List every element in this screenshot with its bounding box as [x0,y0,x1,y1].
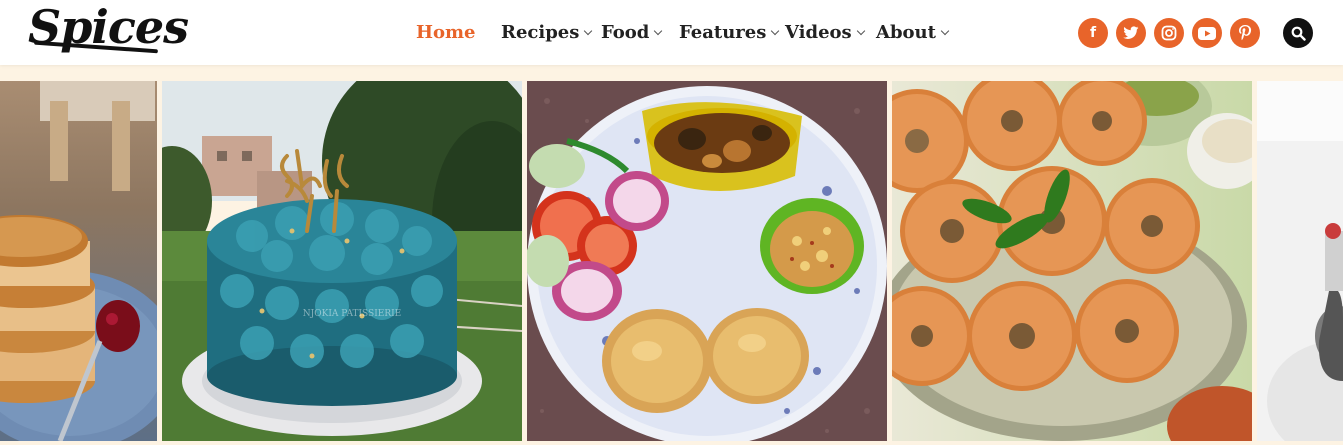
pancakes-image [0,81,157,441]
chevron-down-icon [584,26,593,35]
nav-item-recipes[interactable]: Recipes [501,20,593,44]
twitter-bird-icon [1123,26,1139,39]
nav-item-about[interactable]: About [876,20,950,44]
chevron-down-icon [654,26,663,35]
nav-item-label: About [876,21,936,43]
facebook-glyph: f [1089,25,1097,41]
chevron-down-icon [940,26,950,35]
instagram-camera-icon [1161,25,1177,41]
cake-watermark: NJOKIA PATISSIERIE [303,309,402,319]
partial-image [1257,81,1343,441]
chevron-down-icon [771,26,780,35]
slide-pancakes[interactable] [0,81,157,441]
youtube-play-icon [1198,26,1216,40]
curry-plate-image [527,81,887,441]
pinterest-p-icon [1239,25,1252,41]
slide-vada[interactable] [892,81,1252,441]
search-icon [1291,26,1306,41]
slide-partial[interactable] [1257,81,1343,441]
nav-item-label: Food [601,21,650,43]
vada-image [892,81,1252,441]
nav-item-label: Recipes [501,21,580,43]
slide-cake[interactable]: NJOKIA PATISSIERIE [162,81,522,441]
facebook-icon[interactable]: f [1078,18,1108,48]
nav-item-videos[interactable]: Videos [785,20,865,44]
search-button[interactable] [1283,18,1313,48]
chevron-down-icon [856,26,865,35]
twitter-icon[interactable] [1116,18,1146,48]
nav-item-label: Home [416,21,476,43]
instagram-icon[interactable] [1154,18,1184,48]
pinterest-icon[interactable] [1230,18,1260,48]
youtube-icon[interactable] [1192,18,1222,48]
nav-item-label: Features [679,21,767,43]
site-header: Spices Home Recipes Food Features Videos… [0,0,1343,65]
nav-item-home[interactable]: Home [416,20,476,44]
nav-item-food[interactable]: Food [601,20,663,44]
nav-item-label: Videos [785,21,852,43]
cake-image: NJOKIA PATISSIERIE [162,81,522,441]
nav-item-features[interactable]: Features [679,20,780,44]
slide-curry-plate[interactable] [527,81,887,441]
